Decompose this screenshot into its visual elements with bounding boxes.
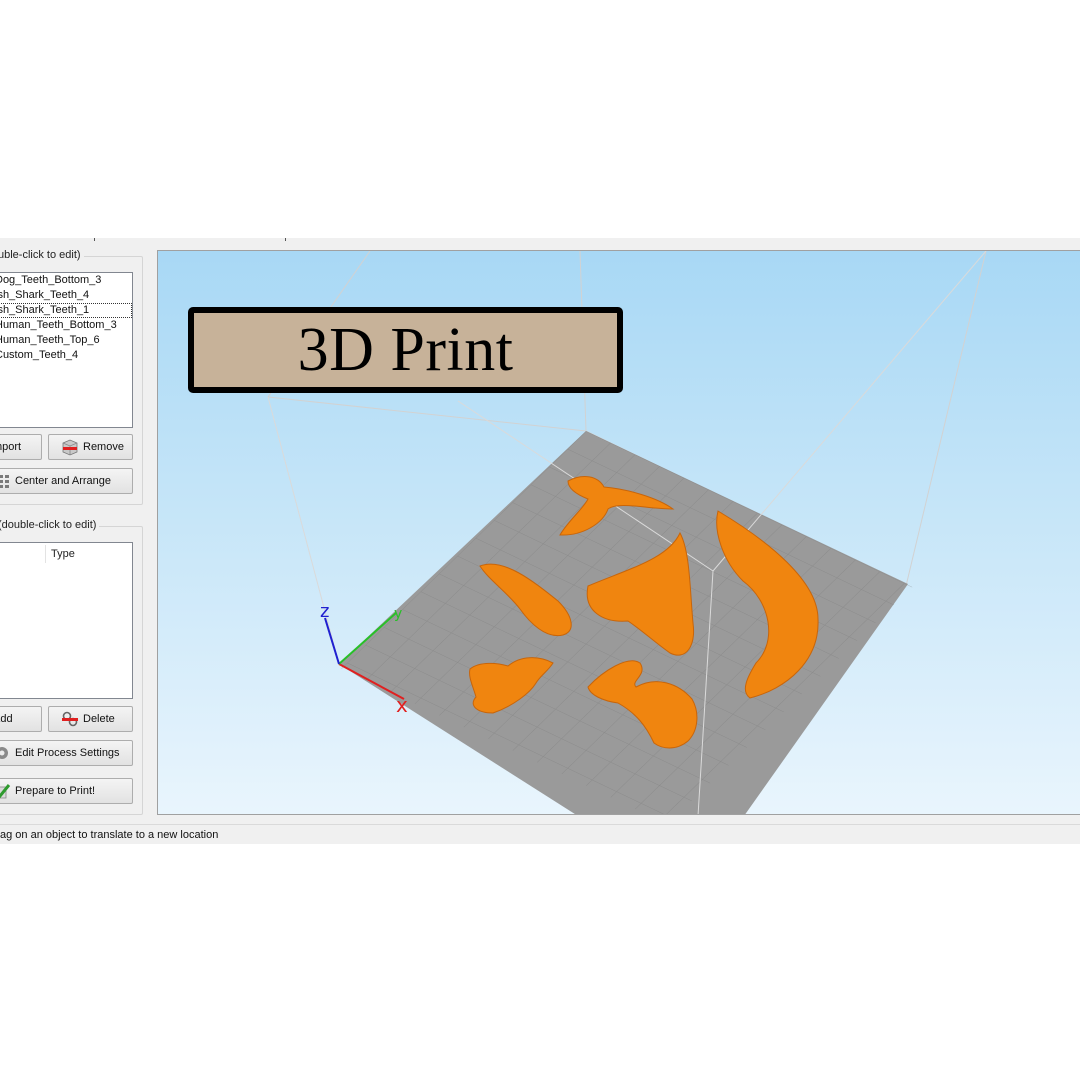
import-label: mport bbox=[0, 441, 22, 453]
process-group-title: (double-click to edit) bbox=[0, 519, 100, 531]
print-bed bbox=[339, 431, 913, 814]
add-button[interactable]: Add bbox=[0, 706, 42, 732]
object-list-item[interactable]: Human_Teeth_Top_6 bbox=[0, 333, 132, 348]
3d-print-title-banner: 3D Print bbox=[188, 307, 623, 393]
settings-gear-icon bbox=[0, 744, 11, 762]
remove-label: Remove bbox=[83, 441, 124, 453]
object-list-item[interactable]: ish_Shark_Teeth_1 bbox=[0, 303, 132, 318]
object-list-item[interactable]: Human_Teeth_Bottom_3 bbox=[0, 318, 132, 333]
axis-y-label: y bbox=[394, 606, 402, 622]
object-list-item[interactable]: Custom_Teeth_4 bbox=[0, 348, 132, 363]
status-text: ag on an object to translate to a new lo… bbox=[0, 829, 219, 841]
banner-text: 3D Print bbox=[297, 315, 514, 384]
menu-separator-tick bbox=[285, 238, 286, 241]
edit-settings-label: Edit Process Settings bbox=[15, 747, 120, 759]
axis-x-label: x bbox=[396, 693, 408, 717]
object-list-item[interactable]: Dog_Teeth_Bottom_3 bbox=[0, 273, 132, 288]
process-list[interactable]: Type bbox=[0, 542, 133, 699]
remove-button[interactable]: Remove bbox=[48, 434, 133, 460]
type-column-header[interactable]: Type bbox=[45, 545, 75, 563]
delete-button[interactable]: Delete bbox=[48, 706, 133, 732]
add-label: Add bbox=[0, 713, 13, 725]
arrange-icon bbox=[0, 472, 11, 490]
remove-icon bbox=[61, 438, 79, 456]
menu-separator-tick bbox=[94, 238, 95, 241]
delete-label: Delete bbox=[83, 713, 115, 725]
object-list-item[interactable]: ish_Shark_Teeth_4 bbox=[0, 288, 132, 303]
objects-list[interactable]: Dog_Teeth_Bottom_3 ish_Shark_Teeth_4 ish_S… bbox=[0, 272, 133, 428]
delete-icon bbox=[61, 710, 79, 728]
objects-group-title: uble-click to edit) bbox=[0, 249, 84, 261]
import-button[interactable]: mport bbox=[0, 434, 42, 460]
status-bar: ag on an object to translate to a new lo… bbox=[0, 824, 1080, 844]
checkmark-icon bbox=[0, 782, 11, 800]
prepare-to-print-button[interactable]: Prepare to Print! bbox=[0, 778, 133, 804]
axis-z-label: z bbox=[320, 601, 329, 622]
edit-process-settings-button[interactable]: Edit Process Settings bbox=[0, 740, 133, 766]
prepare-label: Prepare to Print! bbox=[15, 785, 96, 797]
center-arrange-label: Center and Arrange bbox=[15, 475, 112, 487]
center-arrange-button[interactable]: Center and Arrange bbox=[0, 468, 133, 494]
